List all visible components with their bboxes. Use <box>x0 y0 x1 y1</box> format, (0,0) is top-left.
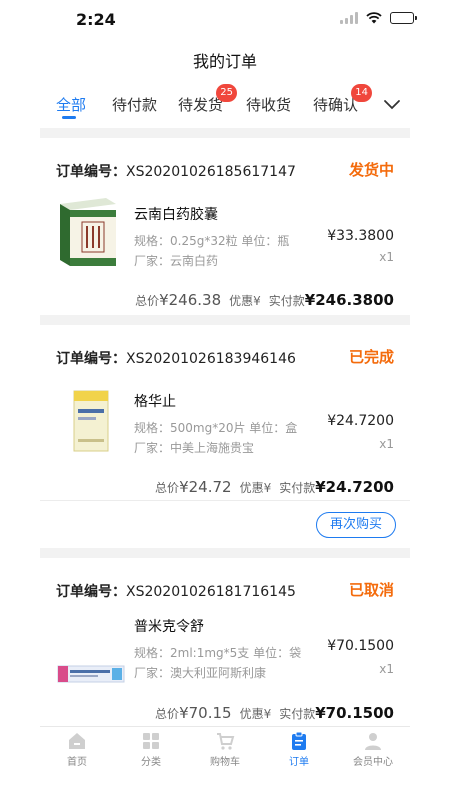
product-name: 云南白药胶囊 <box>134 207 218 223</box>
tabbar-label: 首页 <box>67 757 87 768</box>
order-status: 发货中 <box>348 161 394 179</box>
total-label: 总价 <box>135 294 160 308</box>
order-number-value: XS20201026183946146 <box>126 351 296 367</box>
product-quantity: x1 <box>379 437 394 451</box>
order-number: 订单编号：XS20201026185617147 <box>56 161 296 181</box>
product-name: 普米克令舒 <box>134 619 204 635</box>
battery-icon <box>390 12 417 24</box>
order-number: 订单编号：XS20201026181716145 <box>56 581 296 601</box>
total-label: 总价 <box>155 707 180 721</box>
discount-value: ¥ <box>263 481 272 495</box>
product-image <box>60 198 116 266</box>
member-icon <box>365 733 381 750</box>
product-name: 格华止 <box>134 394 176 410</box>
tab-pending-receipt[interactable]: 待收货 <box>246 94 291 115</box>
tab-label: 待发货 <box>178 96 224 114</box>
order-tabs: 全部 待付款 待发货 25 待收货 待确认 14 <box>40 84 410 124</box>
discount-label: 优惠 <box>229 294 254 308</box>
order-card[interactable]: 订单编号：XS20201026181716145 已取消 普米克令舒 规格：2m… <box>40 558 410 726</box>
product-price: ¥24.7200 <box>327 413 394 429</box>
product-image <box>57 665 125 683</box>
product-manufacturer: 厂家：中美上海施贵宝 <box>134 441 255 455</box>
paid-label: 实付款 <box>279 707 316 721</box>
total-value: ¥70.15 <box>179 704 232 722</box>
paid-label: 实付款 <box>279 481 316 495</box>
tabbar-label: 分类 <box>141 757 161 768</box>
wifi-icon <box>366 12 382 24</box>
tabbar-item-member[interactable]: 会员中心 <box>343 731 403 768</box>
paid-value: ¥246.3800 <box>304 291 394 309</box>
product-manufacturer: 厂家：澳大利亚阿斯利康 <box>134 666 267 680</box>
product-spec: 规格：500mg*20片 单位：盒 <box>134 421 298 435</box>
page-title: 我的订单 <box>192 52 257 71</box>
divider <box>40 500 410 501</box>
tab-pending-confirm[interactable]: 待确认 14 <box>313 84 373 115</box>
discount-label: 优惠 <box>239 481 264 495</box>
order-number-value: XS20201026181716145 <box>126 584 296 600</box>
product-image <box>73 390 109 452</box>
tabbar-label: 购物车 <box>210 757 240 768</box>
category-icon <box>143 733 159 749</box>
order-card[interactable]: 订单编号：XS20201026183946146 已完成 格华止 规格：500m… <box>40 325 410 548</box>
tabbar-item-home[interactable]: 首页 <box>47 731 107 768</box>
tabbar-item-category[interactable]: 分类 <box>121 731 181 768</box>
discount-value: ¥ <box>253 294 261 308</box>
paid-value: ¥70.1500 <box>315 704 394 722</box>
tab-all[interactable]: 全部 <box>56 94 86 115</box>
product-manufacturer: 厂家：云南白药 <box>134 254 219 268</box>
tabbar-label: 订单 <box>289 757 309 768</box>
order-status: 已取消 <box>348 581 394 599</box>
order-totals: 总价¥70.15 优惠¥ 实付款¥70.1500 <box>155 704 394 722</box>
product-quantity: x1 <box>379 250 394 264</box>
tab-badge: 25 <box>216 84 238 102</box>
cart-icon <box>217 733 235 750</box>
tab-active-indicator <box>62 116 76 119</box>
order-totals: 总价¥246.38 优惠¥ 实付款¥246.3800 <box>135 291 394 309</box>
cellular-signal-icon <box>340 12 358 24</box>
tab-label: 待收货 <box>246 96 292 114</box>
product-price: ¥33.3800 <box>327 228 394 244</box>
buy-again-button[interactable]: 再次购买 <box>316 512 396 538</box>
paid-label: 实付款 <box>268 294 305 308</box>
order-number-label: 订单编号： <box>56 351 126 367</box>
order-number-label: 订单编号： <box>56 584 126 600</box>
discount-label: 优惠 <box>239 707 264 721</box>
order-card[interactable]: 订单编号：XS20201026185617147 发货中 云南白药胶囊 规格：0… <box>40 138 410 315</box>
product-price: ¥70.1500 <box>327 638 394 654</box>
status-time: 2:24 <box>76 10 116 29</box>
tabbar-label: 会员中心 <box>353 757 393 768</box>
order-number-label: 订单编号： <box>56 164 126 180</box>
tab-label: 待确认 <box>313 96 359 114</box>
chevron-down-icon[interactable] <box>380 92 404 116</box>
order-list[interactable]: 订单编号：XS20201026185617147 发货中 云南白药胶囊 规格：0… <box>40 128 410 726</box>
tab-pending-shipment[interactable]: 待发货 25 <box>178 84 238 115</box>
discount-value: ¥ <box>263 707 272 721</box>
tab-label: 待付款 <box>112 96 158 114</box>
order-status: 已完成 <box>348 348 394 366</box>
status-icons <box>340 12 417 24</box>
status-bar: 2:24 <box>0 0 450 40</box>
tab-badge: 14 <box>351 84 373 102</box>
bottom-tab-bar: 首页 分类 购物车 订单 会员中心 <box>40 726 410 772</box>
paid-value: ¥24.7200 <box>315 478 394 496</box>
home-icon <box>69 733 85 749</box>
total-label: 总价 <box>155 481 180 495</box>
tabbar-item-cart[interactable]: 购物车 <box>195 731 255 768</box>
product-spec: 规格：2ml:1mg*5支 单位：袋 <box>134 646 302 660</box>
tab-pending-payment[interactable]: 待付款 <box>112 94 157 115</box>
order-number-value: XS20201026185617147 <box>126 164 296 180</box>
order-totals: 总价¥24.72 优惠¥ 实付款¥24.7200 <box>155 478 394 496</box>
product-spec: 规格：0.25g*32粒 单位：瓶 <box>134 234 290 248</box>
order-icon <box>292 731 306 750</box>
total-value: ¥24.72 <box>179 478 232 496</box>
order-number: 订单编号：XS20201026183946146 <box>56 348 296 368</box>
product-quantity: x1 <box>379 662 394 676</box>
total-value: ¥246.38 <box>159 291 222 309</box>
tab-label: 全部 <box>56 96 87 114</box>
tabbar-item-orders[interactable]: 订单 <box>269 731 329 768</box>
